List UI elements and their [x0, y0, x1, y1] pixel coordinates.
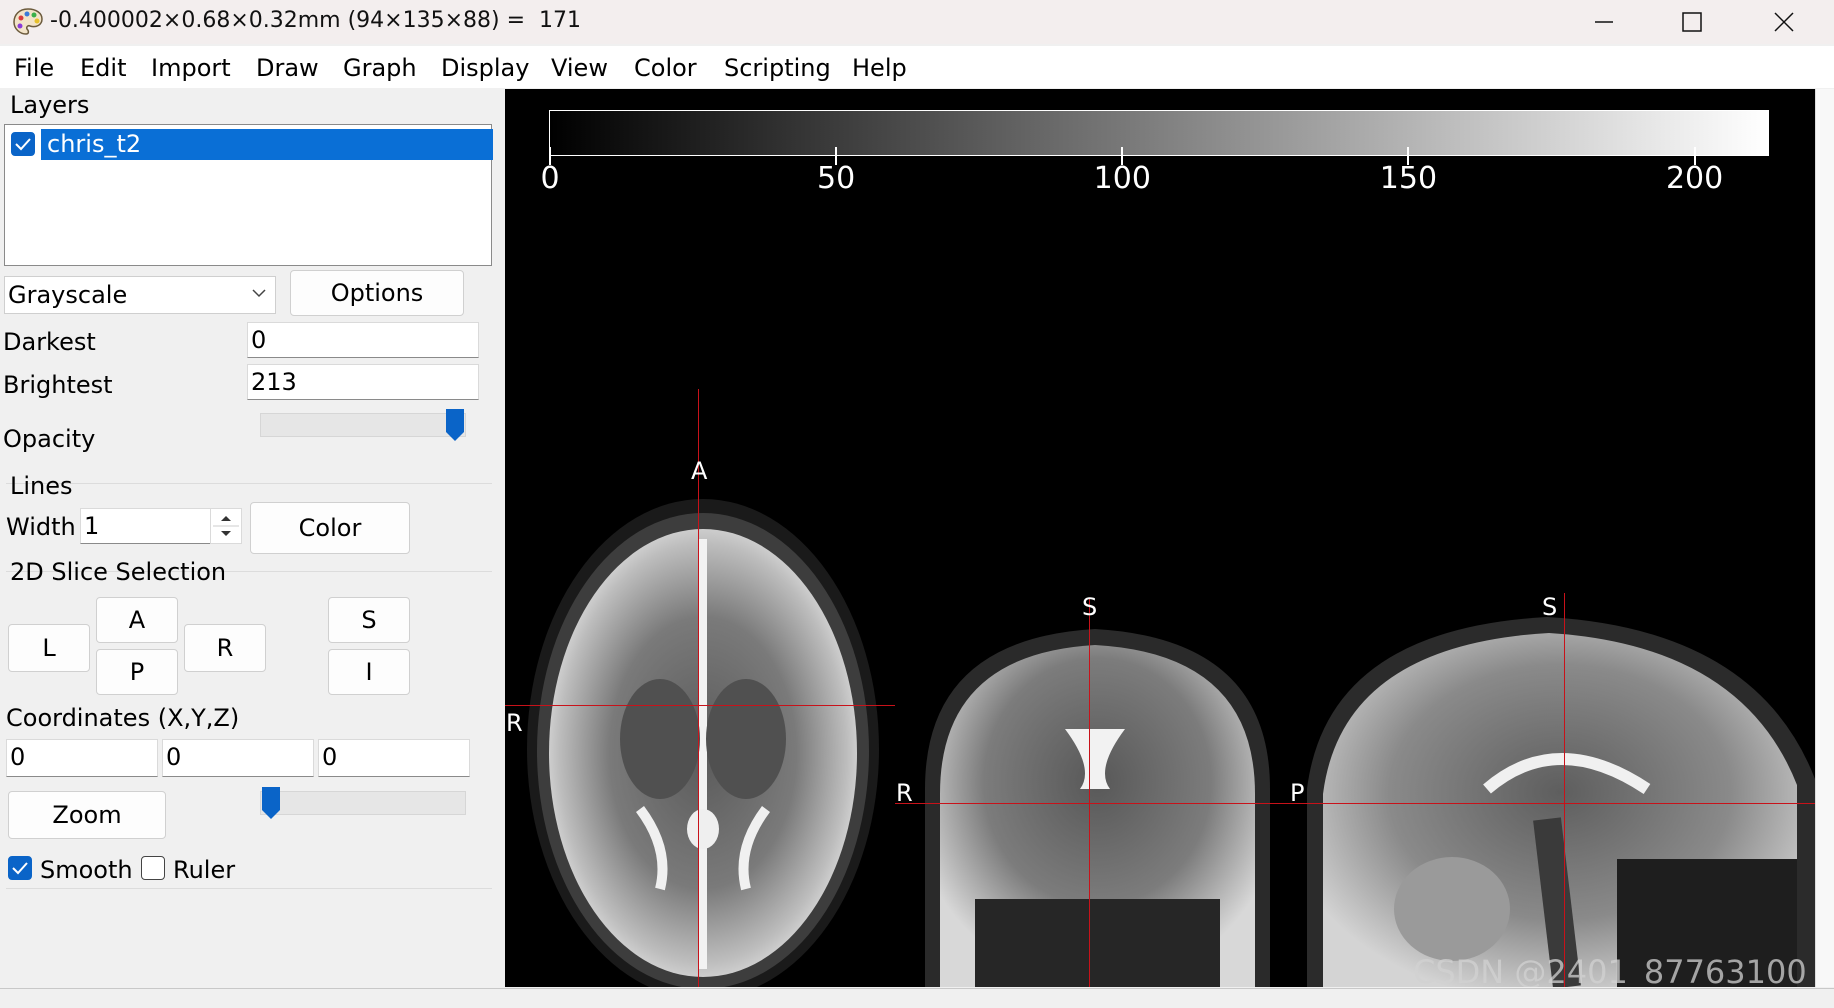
menu-file[interactable]: File: [14, 54, 54, 82]
slice-posterior-button[interactable]: P: [96, 649, 178, 695]
sagittal-crosshair-vertical: [1564, 593, 1565, 987]
axial-crosshair-horizontal: [505, 705, 895, 706]
slice-anterior-button[interactable]: A: [96, 597, 178, 643]
coronal-crosshair-vertical: [1089, 599, 1090, 987]
colorbar-tick-label: 100: [1093, 161, 1151, 196]
window-title: -0.400002×0.68×0.32mm (94×135×88) = 171: [50, 8, 582, 33]
slice-left-button[interactable]: L: [8, 624, 90, 672]
image-viewer[interactable]: 0 50 100 150 200 A R S R S P CSDN @2401_…: [505, 89, 1815, 987]
colorbar: [549, 110, 1769, 156]
colorbar-tick-label: 200: [1665, 161, 1724, 196]
axial-top-label: A: [691, 457, 708, 485]
menu-color[interactable]: Color: [634, 54, 697, 82]
maximize-button[interactable]: [1646, 0, 1738, 44]
spinner-arrows-icon: [213, 516, 239, 536]
width-label: Width: [6, 513, 76, 541]
coordinates-label: Coordinates (X,Y,Z): [6, 704, 240, 732]
sagittal-slice-image[interactable]: [1287, 609, 1815, 987]
darkest-input[interactable]: 0: [247, 322, 479, 358]
coronal-left-label: R: [896, 779, 913, 807]
menu-edit[interactable]: Edit: [80, 54, 126, 82]
separator: [6, 483, 492, 484]
ruler-checkbox[interactable]: [141, 856, 165, 880]
coronal-top-label: S: [1082, 593, 1098, 621]
zoom-button[interactable]: Zoom: [8, 791, 166, 839]
colorbar-tick-label: 50: [817, 161, 856, 196]
minimize-icon: [1595, 21, 1613, 23]
chevron-down-icon: [252, 289, 266, 298]
slice-right-button[interactable]: R: [184, 624, 266, 672]
opacity-label: Opacity: [3, 425, 96, 453]
coronal-sagittal-crosshair-horizontal: [895, 803, 1815, 804]
separator: [6, 888, 492, 889]
smooth-checkbox[interactable]: [8, 856, 32, 880]
colormap-value: Grayscale: [8, 281, 128, 309]
close-button[interactable]: [1738, 0, 1830, 44]
slice-inferior-button[interactable]: I: [328, 649, 410, 695]
palette-icon: [13, 8, 43, 35]
menu-help[interactable]: Help: [852, 54, 907, 82]
slice-selection-title: 2D Slice Selection: [10, 558, 227, 586]
menu-graph[interactable]: Graph: [343, 54, 417, 82]
slice-superior-button[interactable]: S: [328, 597, 410, 643]
maximize-icon: [1682, 12, 1702, 32]
checkmark-icon: [12, 862, 28, 875]
ruler-label: Ruler: [173, 856, 236, 884]
width-spinner[interactable]: [210, 508, 242, 544]
menu-display[interactable]: Display: [441, 54, 529, 82]
darkest-label: Darkest: [3, 328, 96, 356]
layer-list[interactable]: chris_t2: [4, 124, 493, 266]
colorbar-tick-label: 0: [540, 161, 560, 196]
brightest-label: Brightest: [3, 371, 113, 399]
panel-edge: [1815, 89, 1834, 987]
coord-y-input[interactable]: 0: [162, 739, 314, 777]
lines-title: Lines: [10, 472, 73, 500]
axial-slice-image[interactable]: [520, 489, 890, 987]
checkmark-icon: [15, 138, 31, 151]
colorbar-tick-label: 150: [1379, 161, 1438, 196]
brightest-input[interactable]: 213: [247, 364, 479, 400]
menu-view[interactable]: View: [551, 54, 608, 82]
menu-import[interactable]: Import: [151, 54, 231, 82]
axial-left-label: R: [506, 709, 523, 737]
opacity-slider[interactable]: [260, 409, 466, 441]
smooth-label: Smooth: [40, 856, 133, 884]
options-button[interactable]: Options: [290, 270, 464, 316]
close-icon: [1774, 12, 1794, 32]
colormap-select[interactable]: Grayscale: [4, 276, 276, 314]
zoom-slider[interactable]: [260, 787, 466, 819]
layers-title: Layers: [10, 91, 90, 119]
menu-scripting[interactable]: Scripting: [724, 54, 831, 82]
sagittal-left-label: P: [1290, 779, 1305, 807]
coord-x-input[interactable]: 0: [6, 739, 158, 777]
layer-name: chris_t2: [47, 130, 142, 158]
coord-z-input[interactable]: 0: [318, 739, 470, 777]
sagittal-top-label: S: [1542, 593, 1558, 621]
menu-bar: File Edit Import Draw Graph Display View…: [0, 46, 1834, 88]
layer-item[interactable]: chris_t2: [41, 129, 493, 160]
minimize-button[interactable]: [1558, 0, 1650, 44]
zoom-slider-thumb[interactable]: [261, 786, 281, 820]
menu-draw[interactable]: Draw: [256, 54, 319, 82]
title-bar: -0.400002×0.68×0.32mm (94×135×88) = 171: [0, 0, 1834, 44]
side-panel: Layers chris_t2 Grayscale Options Darkes…: [0, 88, 506, 988]
line-color-button[interactable]: Color: [250, 502, 410, 554]
watermark-text: CSDN @2401_87763100: [1413, 953, 1807, 987]
layer-visibility-checkbox[interactable]: [11, 132, 35, 156]
width-input[interactable]: 1: [80, 508, 212, 544]
opacity-slider-thumb[interactable]: [445, 408, 465, 442]
status-bar: [0, 988, 1834, 1008]
